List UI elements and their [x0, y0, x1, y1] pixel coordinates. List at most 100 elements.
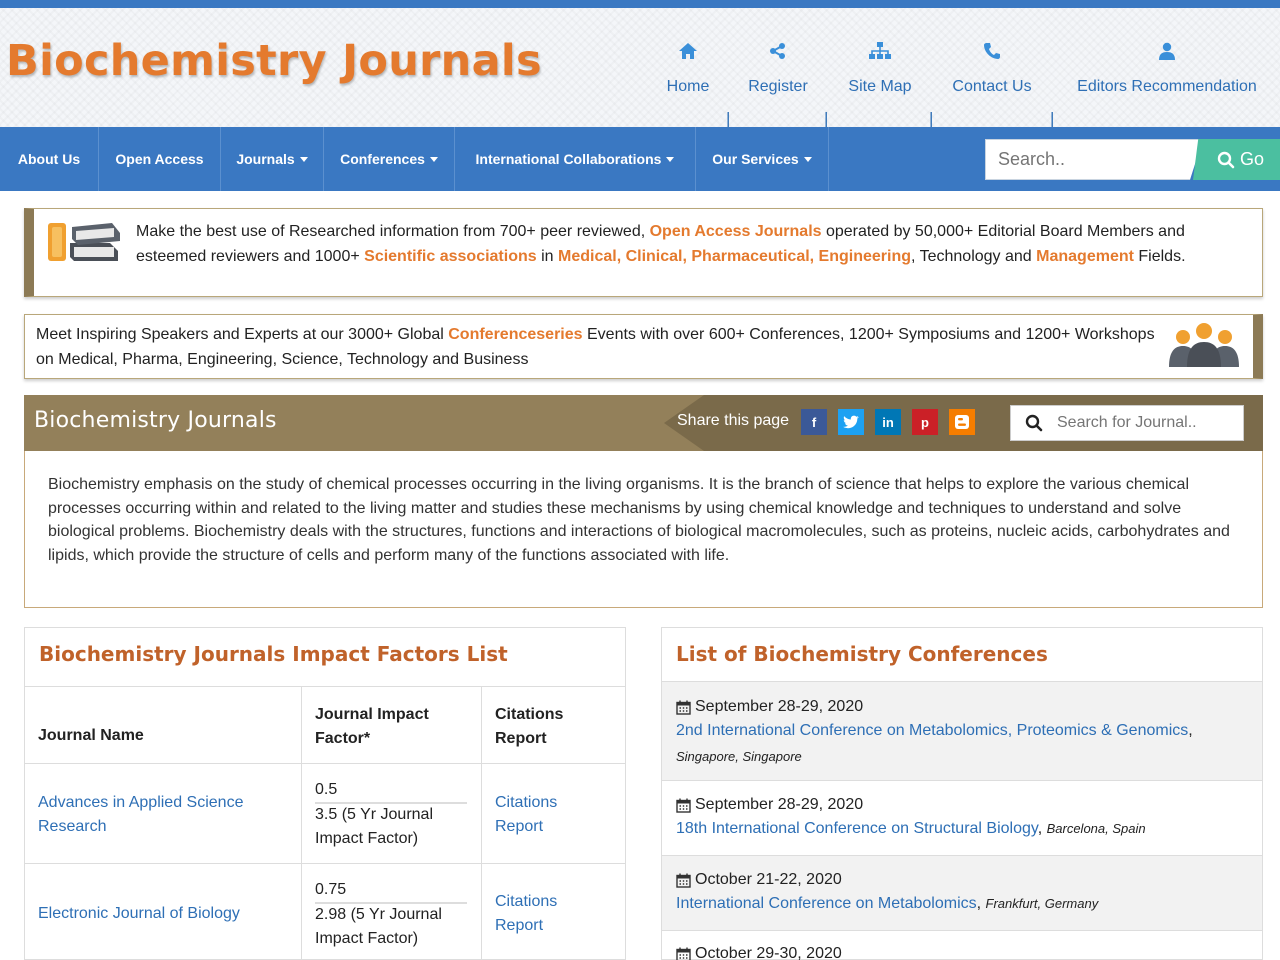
linkedin-icon[interactable]: in — [875, 409, 901, 435]
conference-date: October 29-30, 2020 — [695, 945, 842, 960]
conference-item: October 21-22, 2020 International Confer… — [662, 856, 1262, 931]
toplink-editors-recommendation[interactable]: Editors Recommendation — [1070, 38, 1264, 96]
impact-table: Journal Name Journal Impact Factor* Cita… — [25, 686, 625, 960]
toplink-home[interactable]: Home — [660, 38, 716, 96]
banner1-text: Make the best use of Researched informat… — [136, 223, 1186, 265]
search-icon[interactable] — [1025, 414, 1043, 437]
conference-location: Barcelona, Spain — [1046, 821, 1146, 836]
conference-location: Singapore, Singapore — [676, 749, 802, 764]
user-icon — [1159, 38, 1175, 64]
banner2-text: Meet Inspiring Speakers and Experts at o… — [36, 326, 1155, 368]
table-row: Advances in Applied Science Research 0.5… — [25, 764, 625, 864]
impact-factor-value: 0.5 — [315, 778, 467, 804]
conference-location: Frankfurt, Germany — [985, 896, 1099, 911]
section-title-bar: Biochemistry Journals Share this page f … — [24, 395, 1263, 451]
toplink-site-map[interactable]: Site Map — [842, 38, 918, 96]
journal-name-link[interactable]: Electronic Journal of Biology — [38, 902, 278, 926]
conference-item: October 29-30, 2020 — [662, 931, 1262, 960]
facebook-icon[interactable]: f — [801, 409, 827, 435]
books-icon — [44, 217, 124, 270]
conference-series-banner: Meet Inspiring Speakers and Experts at o… — [24, 314, 1263, 379]
nav-journals-dropdown[interactable]: Journals — [221, 127, 324, 191]
header-impact-factor: Journal Impact Factor* — [315, 706, 429, 747]
open-access-banner: Make the best use of Researched informat… — [24, 208, 1263, 297]
toplink-label: Site Map — [848, 78, 912, 95]
separator: | — [824, 109, 829, 128]
calendar-icon — [676, 947, 691, 960]
journal-name-link[interactable]: Advances in Applied Science Research — [38, 791, 278, 839]
search-go-button[interactable]: Go — [1193, 139, 1280, 180]
conferenceseries-link[interactable]: Conferenceseries — [448, 326, 582, 343]
description-box: Biochemistry emphasis on the study of ch… — [24, 451, 1263, 608]
calendar-icon — [676, 798, 691, 813]
engineering-link[interactable]: Engineering — [819, 248, 911, 265]
conference-item: September 28-29, 2020 2nd International … — [662, 681, 1262, 781]
main-nav: About Us Open Access Journals Conference… — [0, 127, 1280, 191]
share-label: Share this page — [677, 412, 790, 429]
impact-factor-value: 0.75 — [315, 878, 467, 904]
share-icon — [769, 38, 787, 64]
citations-report-link[interactable]: Citations Report — [495, 791, 585, 839]
blogger-icon[interactable] — [949, 409, 975, 435]
scientific-associations-link[interactable]: Scientific associations — [364, 248, 537, 265]
top-accent-strip — [0, 0, 1280, 8]
table-header-row: Journal Name Journal Impact Factor* Cita… — [25, 687, 625, 764]
conferences-panel: List of Biochemistry Conferences Septemb… — [661, 627, 1263, 960]
search-icon — [1217, 151, 1235, 168]
go-label: Go — [1239, 149, 1264, 169]
pharmaceutical-link[interactable]: Pharmaceutical — [691, 248, 809, 265]
conference-link[interactable]: International Conference on Metabolomics — [676, 895, 977, 912]
calendar-icon — [676, 873, 691, 888]
phone-icon — [983, 38, 1001, 64]
site-search-input[interactable] — [985, 139, 1203, 180]
home-icon — [678, 38, 698, 64]
nav-open-access[interactable]: Open Access — [99, 127, 221, 191]
conference-link[interactable]: 18th International Conference on Structu… — [676, 820, 1038, 837]
caret-down-icon — [803, 156, 812, 162]
top-links: Home | Register | Site Map | Contact Us … — [0, 38, 1280, 128]
nav-about-us[interactable]: About Us — [0, 127, 99, 191]
nav-conferences-dropdown[interactable]: Conferences — [324, 127, 455, 191]
calendar-icon — [676, 700, 691, 715]
table-row: Electronic Journal of Biology 0.75 2.98 … — [25, 864, 625, 960]
management-link[interactable]: Management — [1036, 248, 1134, 265]
header: Biochemistry Journals Home | Register | … — [0, 8, 1280, 128]
caret-down-icon — [429, 156, 438, 162]
five-year-impact-factor: 2.98 (5 Yr Journal Impact Factor) — [315, 906, 442, 947]
caret-down-icon — [299, 156, 308, 162]
journal-search-input[interactable] — [1057, 406, 1237, 440]
conference-date: September 28-29, 2020 — [695, 796, 864, 813]
separator: | — [726, 109, 731, 128]
toplink-register[interactable]: Register — [744, 38, 812, 96]
open-access-journals-link[interactable]: Open Access Journals — [650, 223, 822, 240]
impact-panel-title: Biochemistry Journals Impact Factors Lis… — [39, 642, 508, 666]
toplink-contact-us[interactable]: Contact Us — [946, 38, 1038, 96]
toplink-label: Home — [666, 78, 710, 95]
nav-our-services-dropdown[interactable]: Our Services — [696, 127, 829, 191]
toplink-label: Register — [748, 78, 808, 95]
separator: | — [929, 109, 934, 128]
clinical-link[interactable]: Clinical — [626, 248, 683, 265]
conference-link[interactable]: 2nd International Conference on Metabolo… — [676, 722, 1188, 739]
pinterest-icon[interactable]: p — [912, 409, 938, 435]
separator: | — [1050, 109, 1055, 128]
five-year-impact-factor: 3.5 (5 Yr Journal Impact Factor) — [315, 806, 433, 847]
twitter-icon[interactable] — [838, 409, 864, 435]
toplink-label: Editors Recommendation — [1077, 78, 1257, 95]
nav-international-collaborations-dropdown[interactable]: International Collaborations — [455, 127, 696, 191]
conference-date: October 21-22, 2020 — [695, 871, 842, 888]
citations-report-link[interactable]: Citations Report — [495, 890, 585, 938]
audience-icon — [1167, 321, 1241, 374]
description-text: Biochemistry emphasis on the study of ch… — [48, 476, 1230, 564]
conference-item: September 28-29, 2020 18th International… — [662, 781, 1262, 856]
caret-down-icon — [666, 156, 675, 162]
impact-factors-panel: Biochemistry Journals Impact Factors Lis… — [24, 627, 626, 960]
sitemap-icon — [869, 38, 891, 64]
header-citations-report: Citations Report — [495, 706, 564, 747]
conferences-panel-title: List of Biochemistry Conferences — [676, 642, 1048, 666]
conference-date: September 28-29, 2020 — [695, 698, 864, 715]
toplink-label: Contact Us — [952, 78, 1032, 95]
header-journal-name: Journal Name — [38, 727, 144, 744]
medical-link[interactable]: Medical — [558, 248, 617, 265]
journal-search-box — [1010, 405, 1244, 441]
